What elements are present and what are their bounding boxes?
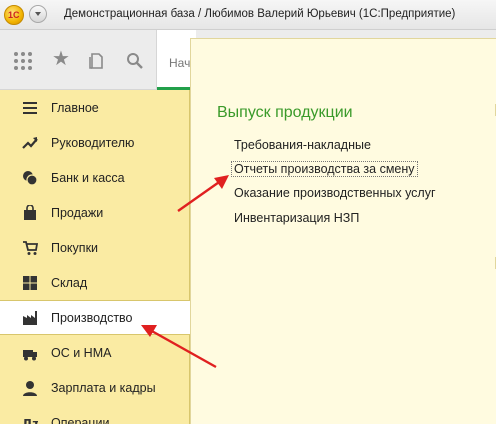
history-icon[interactable] bbox=[88, 52, 106, 70]
sidebar-item-label: Покупки bbox=[51, 240, 99, 255]
sidebar-item-sales[interactable]: Продажи bbox=[0, 195, 190, 230]
star-icon[interactable]: ★ bbox=[52, 49, 70, 69]
sidebar-item-label: Операции bbox=[51, 415, 110, 424]
sidebar-item-label: Продажи bbox=[51, 205, 104, 220]
sidebar-item-warehouse[interactable]: Склад bbox=[0, 265, 190, 300]
sidebar-item-operations[interactable]: Дт Операции bbox=[0, 405, 190, 424]
sidebar-item-assets[interactable]: ОС и НМА bbox=[0, 335, 190, 370]
sidebar-item-label: Главное bbox=[51, 100, 99, 115]
trend-icon bbox=[22, 135, 38, 151]
sections-sidebar: Главное Руководителю Банк и касса Продаж… bbox=[0, 90, 191, 424]
main-menu-button[interactable] bbox=[29, 5, 47, 23]
sidebar-item-label: Производство bbox=[51, 310, 133, 325]
section-content-panel: Выпуск продукции Требования-накладные От… bbox=[190, 38, 496, 424]
svg-text:Дт: Дт bbox=[22, 417, 38, 424]
sidebar-item-purchases[interactable]: Покупки bbox=[0, 230, 190, 265]
link-requisition-invoices[interactable]: Требования-накладные bbox=[234, 138, 371, 152]
bag-icon bbox=[22, 203, 38, 221]
person-icon bbox=[22, 380, 38, 396]
factory-icon bbox=[22, 310, 38, 326]
apps-grid-icon[interactable] bbox=[14, 52, 32, 70]
link-wip-inventory[interactable]: Инвентаризация НЗП bbox=[234, 211, 359, 225]
sidebar-item-label: ОС и НМА bbox=[51, 345, 112, 360]
search-icon[interactable] bbox=[126, 52, 144, 70]
coins-icon bbox=[22, 170, 38, 186]
window-titlebar: 1С Демонстрационная база / Любимов Валер… bbox=[0, 0, 496, 30]
sidebar-item-production[interactable]: Производство bbox=[0, 300, 191, 335]
app-logo-icon[interactable]: 1С bbox=[4, 5, 24, 25]
sidebar-item-label: Склад bbox=[51, 275, 88, 290]
sidebar-item-main[interactable]: Главное bbox=[0, 90, 190, 125]
sidebar-item-manager[interactable]: Руководителю bbox=[0, 125, 190, 160]
section-title: Выпуск продукции bbox=[217, 104, 353, 121]
sidebar-item-label: Зарплата и кадры bbox=[51, 380, 156, 395]
sidebar-item-label: Руководителю bbox=[51, 135, 135, 150]
window-title: Демонстрационная база / Любимов Валерий … bbox=[64, 8, 456, 20]
sidebar-item-bank[interactable]: Банк и касса bbox=[0, 160, 190, 195]
link-production-services[interactable]: Оказание производственных услуг bbox=[234, 186, 436, 200]
tab-start-label: Нач bbox=[169, 56, 191, 70]
link-shift-production-reports[interactable]: Отчеты производства за смену bbox=[231, 161, 418, 177]
assets-icon bbox=[22, 345, 38, 361]
menu-lines-icon bbox=[22, 100, 38, 116]
warehouse-icon bbox=[22, 275, 38, 291]
sidebar-item-label: Банк и касса bbox=[51, 170, 125, 185]
app-logo-text: 1С bbox=[8, 10, 20, 20]
cart-icon bbox=[22, 240, 39, 256]
operations-icon: Дт bbox=[22, 415, 40, 424]
sidebar-item-salary[interactable]: Зарплата и кадры bbox=[0, 370, 190, 405]
